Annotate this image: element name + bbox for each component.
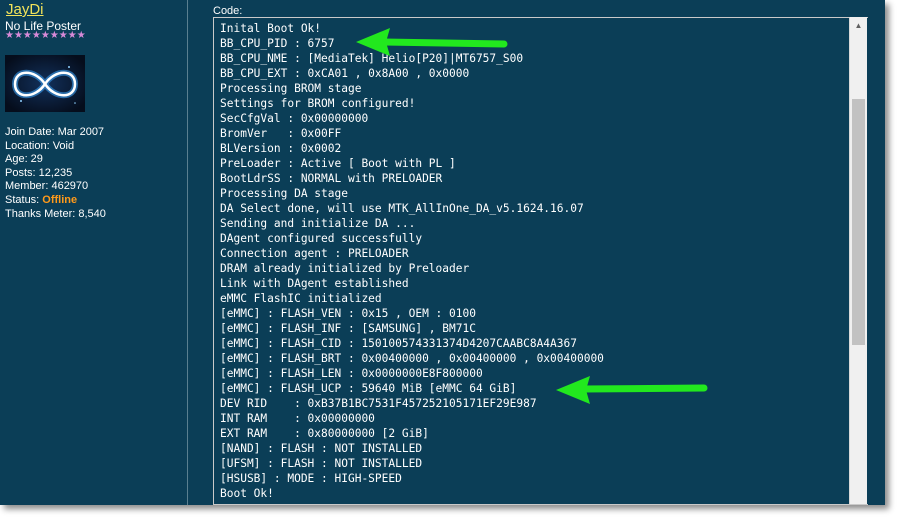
- code-line: EXT RAM : 0x80000000 [2 GiB]: [220, 427, 429, 440]
- member-id: Member: 462970: [5, 180, 89, 193]
- status-badge: Offline: [42, 193, 78, 206]
- code-line: [UFSM] : FLASH : NOT INSTALLED: [220, 457, 423, 470]
- code-line: Boot Ok!: [220, 487, 274, 500]
- status: Status: Offline: [5, 194, 106, 208]
- code-line: eMMC FlashIC initialized: [220, 292, 382, 305]
- posts-count: Posts: 12,235: [5, 166, 73, 179]
- code-line: Processing DA stage: [220, 187, 348, 200]
- vertical-scrollbar[interactable]: ▲: [849, 17, 867, 504]
- status-label: Status:: [5, 193, 43, 206]
- code-line: PreLoader : Active [ Boot with PL ]: [220, 157, 456, 170]
- thanks-meter: Thanks Meter: 8,540: [5, 207, 106, 220]
- age: Age: 29: [5, 153, 43, 166]
- join-date: Join Date: Mar 2007: [5, 126, 105, 138]
- code-line: [eMMC] : FLASH_INF : [SAMSUNG] , BM71C: [220, 322, 476, 335]
- user-info: Join Date: Mar 2007 Location: Void Age: …: [5, 126, 106, 221]
- forum-post: JayDi No Life Poster ★★★★★★★★★ Join Date…: [0, 0, 885, 505]
- user-sidebar: JayDi No Life Poster ★★★★★★★★★ Join Date…: [0, 0, 188, 505]
- code-line: Settings for BROM configured!: [220, 97, 416, 110]
- code-label: Code:: [213, 5, 243, 17]
- code-block[interactable]: Inital Boot Ok! BB_CPU_PID : 6757 BB_CPU_N…: [213, 17, 868, 505]
- location: Location: Void: [5, 139, 75, 152]
- code-line: Processing BROM stage: [220, 82, 362, 95]
- code-line: DEV RID : 0xB37B1BC7531F457252105171EF29…: [220, 397, 537, 410]
- code-line: [NAND] : FLASH : NOT INSTALLED: [220, 442, 423, 455]
- code-line: DA Select done, will use MTK_AllInOne_DA…: [220, 202, 584, 215]
- code-lines: Inital Boot Ok! BB_CPU_PID : 6757 BB_CPU_N…: [220, 21, 604, 501]
- code-line: [eMMC] : FLASH_UCP : 59640 MiB [eMMC 64 …: [220, 382, 517, 395]
- code-line: DRAM already initialized by Preloader: [220, 262, 470, 275]
- code-line: BootLdrSS : NORMAL with PRELOADER: [220, 172, 443, 185]
- avatar[interactable]: [5, 55, 85, 112]
- username-link[interactable]: JayDi: [6, 1, 44, 18]
- code-line: BB_CPU_EXT : 0xCA01 , 0x8A00 , 0x0000: [220, 67, 470, 80]
- code-line: Connection agent : PRELOADER: [220, 247, 409, 260]
- code-line: BromVer : 0x00FF: [220, 127, 342, 140]
- annotation-arrow-icon: [556, 376, 708, 404]
- code-line: INT RAM : 0x00000000: [220, 412, 375, 425]
- code-line: DAgent configured successfully: [220, 232, 423, 245]
- scroll-up-icon[interactable]: ▲: [850, 17, 867, 34]
- code-line: [HSUSB] : MODE : HIGH-SPEED: [220, 472, 402, 485]
- code-line: SecCfgVal : 0x00000000: [220, 112, 369, 125]
- code-line: [eMMC] : FLASH_VEN : 0x15 , OEM : 0100: [220, 307, 476, 320]
- code-line: [eMMC] : FLASH_LEN : 0x0000000E8F800000: [220, 367, 483, 380]
- scroll-thumb[interactable]: [852, 99, 865, 345]
- code-line: [eMMC] : FLASH_BRT : 0x00400000 , 0x0040…: [220, 352, 604, 365]
- code-line: [eMMC] : FLASH_CID : 150100574331374D420…: [220, 337, 577, 350]
- annotation-arrow-icon: [356, 28, 508, 56]
- code-line: BLVersion : 0x0002: [220, 142, 342, 155]
- rank-stars: ★★★★★★★★★: [5, 30, 86, 41]
- code-line: Sending and initialize DA ...: [220, 217, 416, 230]
- infinity-icon: [5, 55, 85, 112]
- code-line: Link with DAgent established: [220, 277, 409, 290]
